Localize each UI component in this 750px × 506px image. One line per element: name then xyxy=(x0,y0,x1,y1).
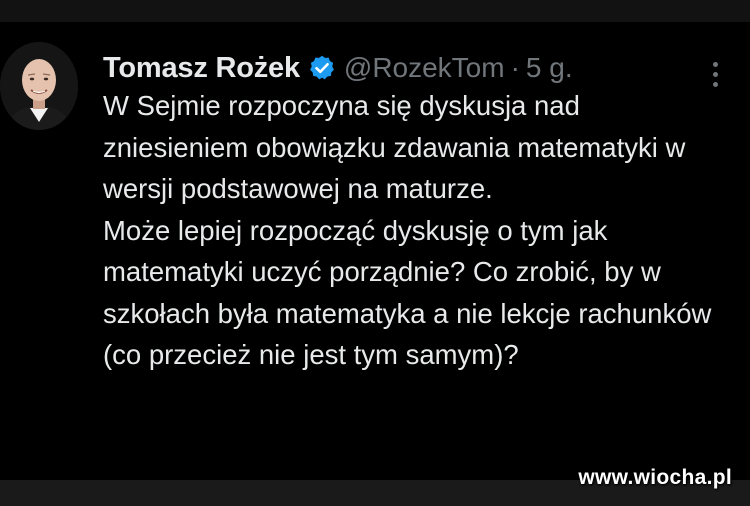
author-handle[interactable]: @RozekTom xyxy=(344,52,505,84)
avatar[interactable] xyxy=(0,42,78,130)
header-separator: · xyxy=(510,52,520,83)
tweet-paragraph: W Sejmie rozpoczyna się dyskusja nad zni… xyxy=(103,90,686,204)
top-band xyxy=(0,0,750,22)
timestamp[interactable]: 5 g. xyxy=(526,52,573,84)
tweet-paragraph: Może lepiej rozpocząć dyskusję o tym jak… xyxy=(103,214,712,371)
tweet-header: Tomasz Rożek @RozekTom · 5 g. xyxy=(103,50,573,86)
tweet-card: Tomasz Rożek @RozekTom · 5 g. W Sejmie r… xyxy=(0,22,750,480)
author-name[interactable]: Tomasz Rożek xyxy=(103,52,300,85)
watermark: www.wiocha.pl xyxy=(578,466,732,489)
verified-badge-icon xyxy=(308,54,336,82)
avatar-image xyxy=(0,42,78,130)
tweet-text: W Sejmie rozpoczyna się dyskusja nad zni… xyxy=(103,85,723,376)
